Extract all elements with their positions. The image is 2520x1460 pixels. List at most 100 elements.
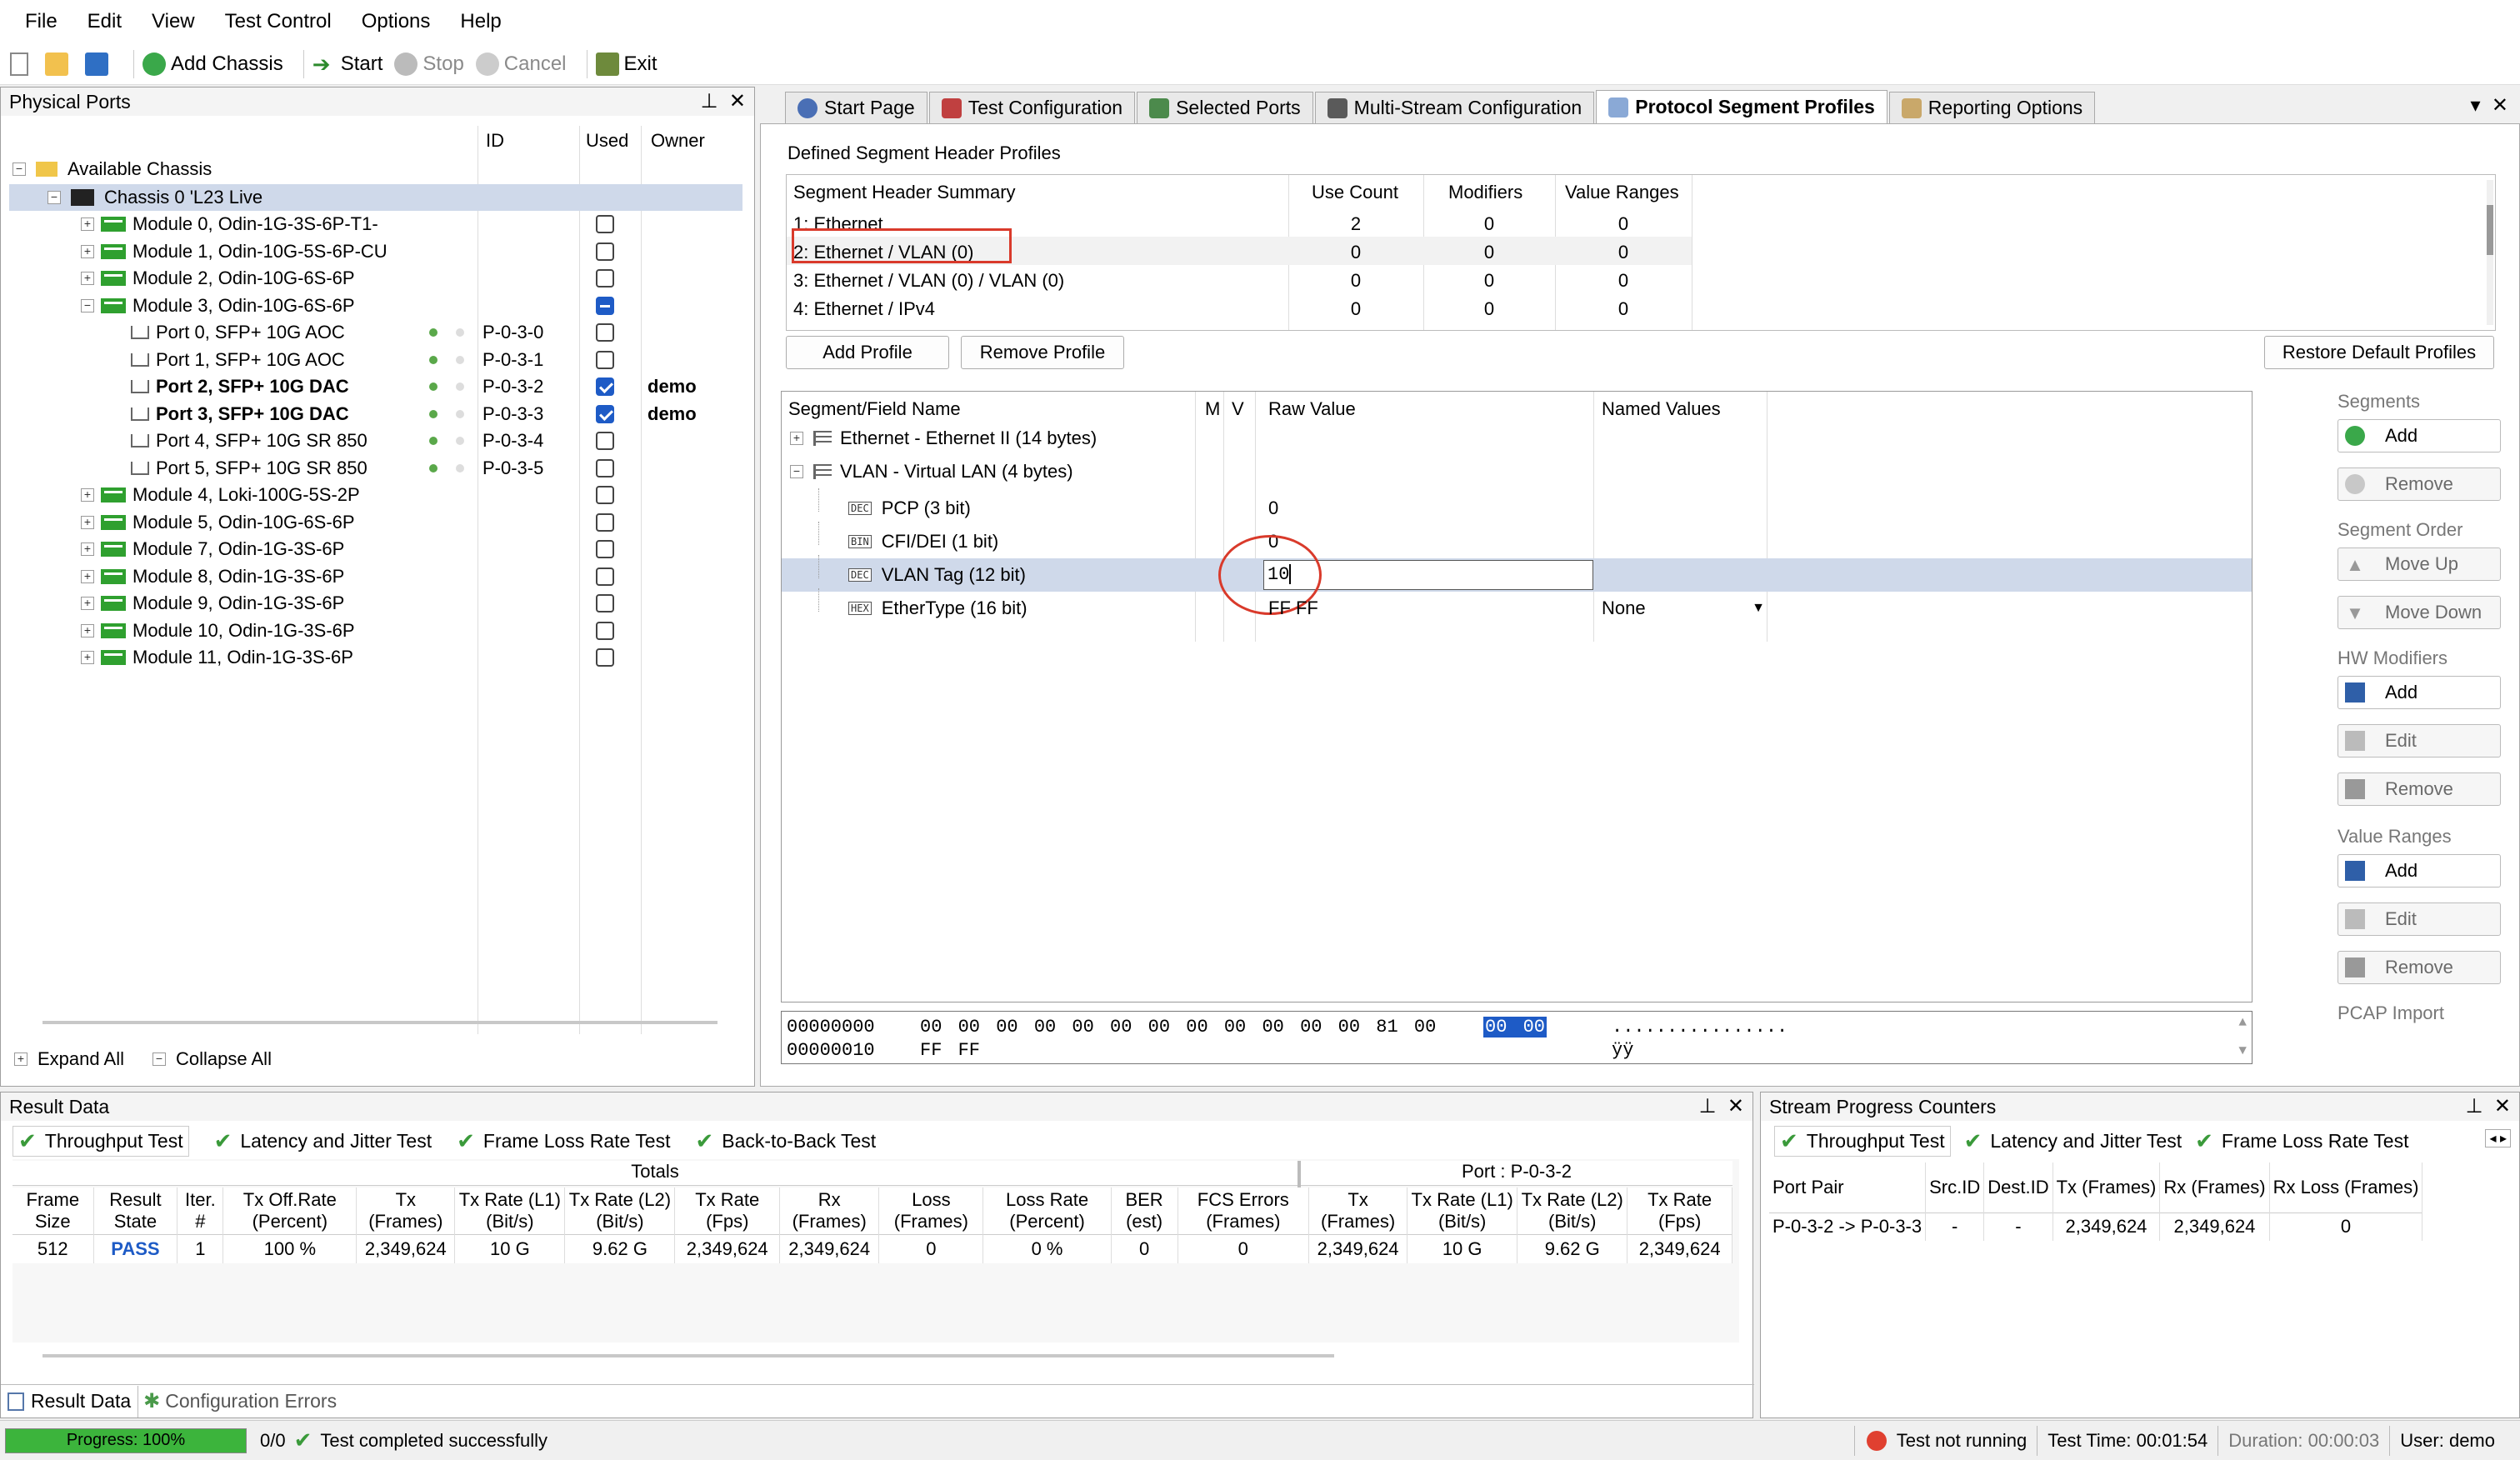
tab-test-configuration[interactable]: Test Configuration [928,92,1136,123]
vertical-scrollbar[interactable] [2487,180,2493,325]
tab-latency-jitter-test[interactable]: ✔ Latency and Jitter Test [214,1126,432,1157]
port-used-checkbox[interactable] [596,432,614,450]
tab-protocol-segment-profiles[interactable]: Protocol Segment Profiles [1596,90,1888,123]
stream-column-header[interactable]: Rx Loss (Frames) [2269,1162,2423,1212]
add-value-range-button[interactable]: Add [2338,854,2501,888]
result-column-header[interactable]: Tx Off.Rate (Percent) [222,1188,358,1235]
module-used-checkbox[interactable] [596,486,614,504]
tab-result-data[interactable]: Result Data [1,1385,139,1418]
result-column-header[interactable]: Loss (Frames) [878,1188,984,1235]
profile-row[interactable]: 3: Ethernet / VLAN (0) / VLAN (0) 0 0 0 [787,265,1692,293]
module-row[interactable]: + Module 10, Odin-1G-3S-6P [81,618,355,644]
result-column-header[interactable]: Tx Rate (L2) (Bit/s) [564,1188,676,1235]
collapse-icon[interactable]: − [12,162,26,176]
close-icon[interactable]: ✕ [1728,1095,1744,1118]
stream-column-header[interactable]: Port Pair [1769,1162,1927,1212]
save-button[interactable] [85,52,113,76]
result-column-header[interactable]: BER (est) [1111,1188,1178,1235]
expand-icon[interactable]: + [81,515,94,529]
tab-reporting-options[interactable]: Reporting Options [1888,92,2096,123]
move-down-button[interactable]: ▼ Move Down [2338,596,2501,629]
result-column-header[interactable]: Result State [93,1188,178,1235]
exit-button[interactable]: Exit [595,52,658,76]
port-used-checkbox[interactable] [596,458,614,478]
expand-icon[interactable]: + [81,623,94,638]
port-used-checkbox[interactable] [596,404,614,423]
cancel-button[interactable]: Cancel [475,52,567,76]
module-row[interactable]: + Module 11, Odin-1G-3S-6P [81,644,353,671]
pin-icon[interactable]: ⊥ [1699,1095,1717,1118]
move-up-button[interactable]: ▲ Move Up [2338,548,2501,581]
port-used-checkbox[interactable] [596,378,614,396]
add-chassis-button[interactable]: Add Chassis [142,52,283,76]
expand-icon[interactable]: + [81,597,94,610]
result-column-header[interactable]: Loss Rate (Percent) [982,1188,1112,1235]
field-row[interactable]: DEC PCP (3 bit) [848,495,971,522]
remove-value-range-button[interactable]: Remove [2338,951,2501,984]
result-column-header[interactable]: Iter. # [177,1188,224,1235]
expand-icon[interactable]: + [81,651,94,664]
add-modifier-button[interactable]: Add [2338,676,2501,709]
module-used-checkbox[interactable] [596,242,614,261]
tab-latency-jitter-test[interactable]: ✔ Latency and Jitter Test [1964,1126,2182,1157]
remove-profile-button[interactable]: Remove Profile [961,336,1124,369]
expand-all-button[interactable]: + Expand All [14,1046,124,1072]
module-row[interactable]: + Module 8, Odin-1G-3S-6P [81,563,344,590]
port-row[interactable]: Port 5, SFP+ 10G SR 850 [126,455,368,482]
module-row[interactable]: + Module 4, Loki-100G-5S-2P [81,482,360,508]
port-row[interactable]: Port 4, SFP+ 10G SR 850 [126,428,368,454]
tab-multi-stream-configuration[interactable]: Multi-Stream Configuration [1314,92,1595,123]
module-row[interactable]: + Module 9, Odin-1G-3S-6P [81,590,344,617]
result-column-header[interactable]: Frame Size [12,1188,94,1235]
chevron-down-icon[interactable]: ▾ [2471,94,2481,117]
tab-throughput-test[interactable]: ✔ Throughput Test [12,1126,189,1157]
module-used-checkbox[interactable] [596,215,614,233]
pcap-import-heading[interactable]: PCAP Import [2338,1002,2444,1024]
module-row[interactable]: + Module 2, Odin-10G-6S-6P [81,265,355,292]
port-row[interactable]: Port 0, SFP+ 10G AOC [126,319,345,346]
stream-column-header[interactable]: Src.ID [1925,1162,1985,1212]
module-used-checkbox[interactable] [596,512,614,532]
tree-root[interactable]: − Available Chassis [12,156,212,182]
remove-modifier-button[interactable]: Remove [2338,772,2501,806]
collapse-icon[interactable]: − [790,465,803,478]
tab-start-page[interactable]: Start Page [785,92,928,123]
result-column-header[interactable]: Tx Rate (L2) (Bit/s) [1517,1188,1628,1235]
collapse-icon[interactable]: − [48,191,61,204]
module-used-checkbox[interactable] [596,621,614,640]
tab-throughput-test[interactable]: ✔ Throughput Test [1774,1126,1951,1157]
expand-icon[interactable]: + [81,542,94,556]
close-icon[interactable]: ✕ [2492,94,2508,117]
start-button[interactable]: ➔ Start [312,52,383,76]
edit-modifier-button[interactable]: Edit [2338,724,2501,758]
tab-configuration-errors[interactable]: ✱ Configuration Errors [143,1389,337,1413]
result-column-header[interactable]: FCS Errors (Frames) [1178,1188,1310,1235]
add-segment-button[interactable]: Add [2338,419,2501,452]
add-profile-button[interactable]: Add Profile [786,336,949,369]
segment-row-ethernet[interactable]: + Ethernet - Ethernet II (14 bytes) [790,425,1097,452]
module-row[interactable]: + Module 0, Odin-1G-3S-6P-T1- [81,211,378,238]
tab-frame-loss-rate-test[interactable]: ✔ Frame Loss Rate Test [2195,1126,2408,1157]
stream-column-header[interactable]: Dest.ID [1983,1162,2053,1212]
tab-back-to-back-test[interactable]: ✔ Back-to-Back Test [695,1126,876,1157]
raw-value[interactable]: 0 [1268,495,1278,522]
module-row[interactable]: + Module 5, Odin-10G-6S-6P [81,509,355,536]
port-used-checkbox[interactable] [596,350,614,369]
expand-icon[interactable]: + [81,244,94,258]
module-row[interactable]: + Module 7, Odin-1G-3S-6P [81,536,344,562]
result-column-header[interactable]: Tx Rate (Fps) [1627,1188,1732,1235]
menu-options[interactable]: Options [362,10,431,33]
module-row[interactable]: − Module 3, Odin-10G-6S-6P [81,292,355,319]
stream-column-header[interactable]: Rx (Frames) [2159,1162,2270,1212]
stop-button[interactable]: Stop [394,52,464,76]
menu-file[interactable]: File [25,10,58,33]
result-column-header[interactable]: Tx (Frames) [356,1188,456,1235]
tab-scroll-buttons[interactable]: ◂ ▸ [2485,1129,2511,1148]
module-used-checkbox[interactable] [596,594,614,612]
result-column-header[interactable]: Rx (Frames) [779,1188,880,1235]
port-used-checkbox[interactable] [596,323,614,342]
pin-icon[interactable]: ⊥ [2466,1095,2483,1118]
field-row[interactable]: HEX EtherType (16 bit) [848,595,1028,622]
scroll-up-icon[interactable]: ▲ [2238,1015,2247,1030]
tab-selected-ports[interactable]: Selected Ports [1137,92,1313,123]
